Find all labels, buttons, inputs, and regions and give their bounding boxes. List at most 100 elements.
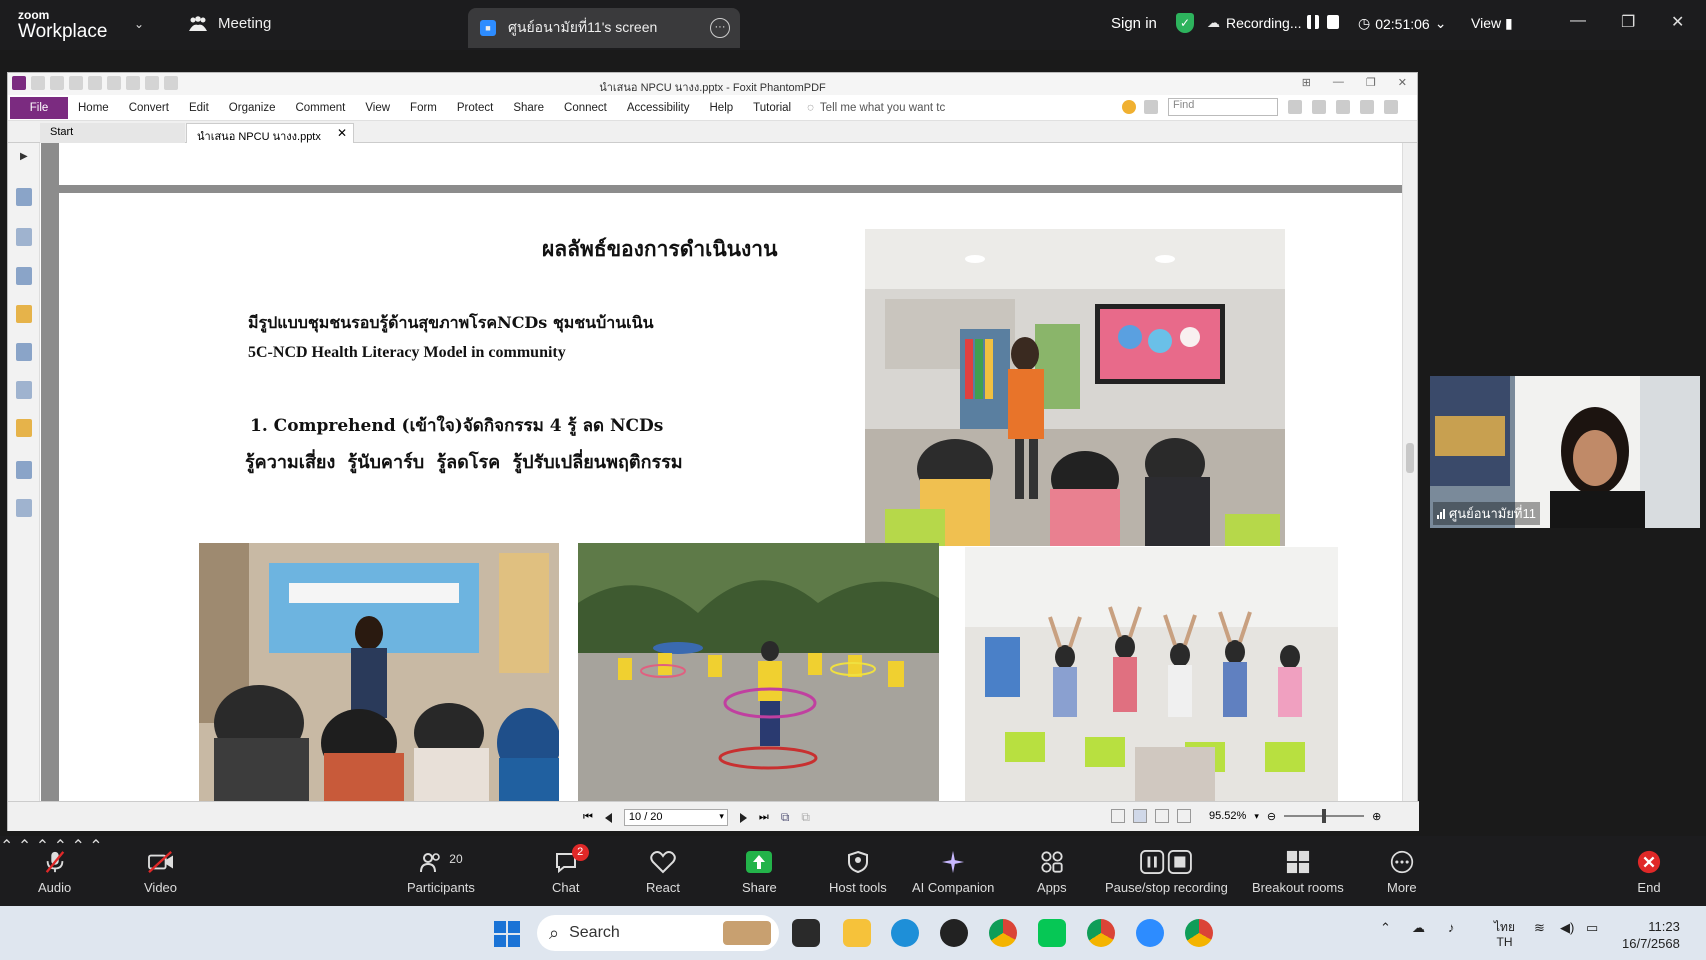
tag-icon[interactable] [16,499,32,517]
find-input[interactable]: Find [1168,98,1278,116]
video-options-caret-icon[interactable]: ⌃ [18,838,31,855]
host-tools-button[interactable]: Host tools [829,850,887,895]
page-number-field[interactable]: 10 / 20 [623,809,728,826]
view-menu-button[interactable]: View ▮ [1471,15,1513,32]
menu-protect[interactable]: Protect [447,102,503,114]
menu-share[interactable]: Share [503,102,554,114]
zoom-dropdown-icon[interactable]: ▾ [1254,811,1259,822]
share-button[interactable]: Share [742,850,777,895]
file-menu[interactable]: File [10,96,68,119]
zoom-slider-handle[interactable] [1322,809,1327,823]
end-meeting-button[interactable]: End [1636,850,1662,895]
apps-caret-icon[interactable]: ⌃ [89,838,102,855]
line-app-icon[interactable] [1038,919,1066,947]
menu-help[interactable]: Help [700,102,744,114]
participant-video-tile[interactable]: ศูนย์อนามัยที่11 [1430,376,1700,528]
content-icon[interactable] [16,461,32,479]
menu-organize[interactable]: Organize [219,102,286,114]
minimize-icon[interactable]: — [1333,76,1344,89]
chrome-icon[interactable] [989,919,1017,947]
facing-page-icon[interactable] [1155,809,1169,823]
menu-tutorial[interactable]: Tutorial [743,102,801,114]
menu-form[interactable]: Form [400,102,447,114]
tab-document[interactable]: นำเสนอ NPCU นางง.pptx ✕ [186,123,354,143]
smiley-icon[interactable] [1122,100,1136,114]
scrollbar-thumb[interactable] [1406,443,1414,473]
zoom-app-icon[interactable] [1136,919,1164,947]
microphone-icon[interactable]: ♪ [1448,920,1455,935]
close-icon[interactable]: ✕ [1398,76,1407,89]
pause-stop-recording-button[interactable]: Pause/stop recording [1105,850,1228,895]
vertical-scrollbar[interactable] [1402,143,1417,801]
menu-view[interactable]: View [355,102,400,114]
chevron-down-icon[interactable]: ⌄ [134,17,144,31]
minimize-icon[interactable]: — [1570,12,1586,30]
zoom-in-icon[interactable]: ⊕ [1372,810,1381,823]
battery-icon[interactable]: ▭ [1586,920,1598,936]
first-page-icon[interactable]: ⏮ [583,811,593,824]
audio-button[interactable]: Audio [38,850,71,895]
apps-button[interactable]: Apps [1037,850,1067,895]
zoom-slider[interactable] [1284,809,1365,823]
duplicate-view-icon[interactable]: ⧉ [801,810,810,825]
participants-button[interactable]: 20 Participants [407,850,475,895]
share-screen-tab[interactable]: ■ ศูนย์อนามัยที่11's screen ··· [468,8,740,48]
back-icon[interactable] [1312,100,1326,114]
onedrive-icon[interactable]: ☁ [1412,920,1425,936]
zoom-level[interactable]: 95.52% [1209,810,1246,822]
menu-home[interactable]: Home [68,102,119,114]
document-canvas[interactable]: ผลลัพธ์ของการดำเนินงาน มีรูปแบบชุมชนรอบร… [41,143,1403,801]
continuous-page-icon[interactable] [1133,809,1147,823]
lock-icon[interactable] [16,419,32,437]
ai-companion-button[interactable]: AI Companion [912,850,994,895]
last-page-icon[interactable]: ⏭ [759,811,769,824]
restore-icon[interactable]: ❐ [1621,12,1635,32]
task-view-icon[interactable] [792,919,820,947]
share-caret-icon[interactable]: ⌃ [71,838,84,855]
user-icon[interactable] [1384,100,1398,114]
wifi-icon[interactable]: ≋ [1534,920,1545,936]
react-button[interactable]: React [646,850,680,895]
comments-icon[interactable] [16,305,32,323]
chevron-up-icon[interactable]: ⌃ [1380,920,1391,936]
layout-icon[interactable]: ⊞ [1302,76,1311,89]
menu-convert[interactable]: Convert [119,102,179,114]
restore-icon[interactable]: ❐ [1366,76,1376,89]
signature-icon[interactable] [16,381,32,399]
chrome-profile-icon[interactable] [1087,919,1115,947]
chrome-window-icon[interactable] [1185,919,1213,947]
zoom-out-icon[interactable]: ⊖ [1267,810,1276,823]
single-page-icon[interactable] [1111,809,1125,823]
menu-comment[interactable]: Comment [285,102,355,114]
edge-icon[interactable] [891,919,919,947]
rotate-view-icon[interactable]: ⧉ [781,810,790,825]
language-indicator[interactable]: ไทย TH [1494,920,1515,950]
breakout-rooms-button[interactable]: Breakout rooms [1252,850,1344,895]
attachment-icon[interactable] [16,343,32,361]
file-explorer-icon[interactable] [843,919,871,947]
tell-me-search[interactable]: ◌ Tell me what you want tc [807,102,945,114]
windows-start-icon[interactable] [494,921,520,947]
expand-panel-icon[interactable]: ▶ [20,151,28,162]
find-options-icon[interactable] [1144,100,1158,114]
more-button[interactable]: More [1387,850,1417,895]
sign-in-button[interactable]: Sign in [1111,15,1157,32]
obs-icon[interactable] [940,919,968,947]
pages-icon[interactable] [16,228,32,246]
meeting-tab[interactable]: Meeting [188,15,271,32]
close-tab-icon[interactable]: ✕ [337,126,347,140]
stop-recording-icon[interactable] [1327,15,1339,29]
continuous-facing-icon[interactable] [1177,809,1191,823]
settings-icon[interactable] [1288,100,1302,114]
bookmark-icon[interactable] [16,188,32,206]
video-button[interactable]: Video [144,850,177,895]
recording-indicator[interactable]: ☁ Recording... [1207,15,1301,31]
close-icon[interactable]: ✕ [1671,12,1684,32]
more-options-icon[interactable]: ··· [710,18,730,38]
taskbar-search-box[interactable]: ⌕ Search [537,915,779,951]
speaker-icon[interactable]: ◀) [1560,920,1574,936]
layers-icon[interactable] [16,267,32,285]
system-clock[interactable]: 11:23 16/7/2568 [1622,918,1680,952]
meeting-timer[interactable]: ◷ 02:51:06 ⌄ [1358,15,1446,32]
chat-button[interactable]: 2 Chat [552,844,589,895]
